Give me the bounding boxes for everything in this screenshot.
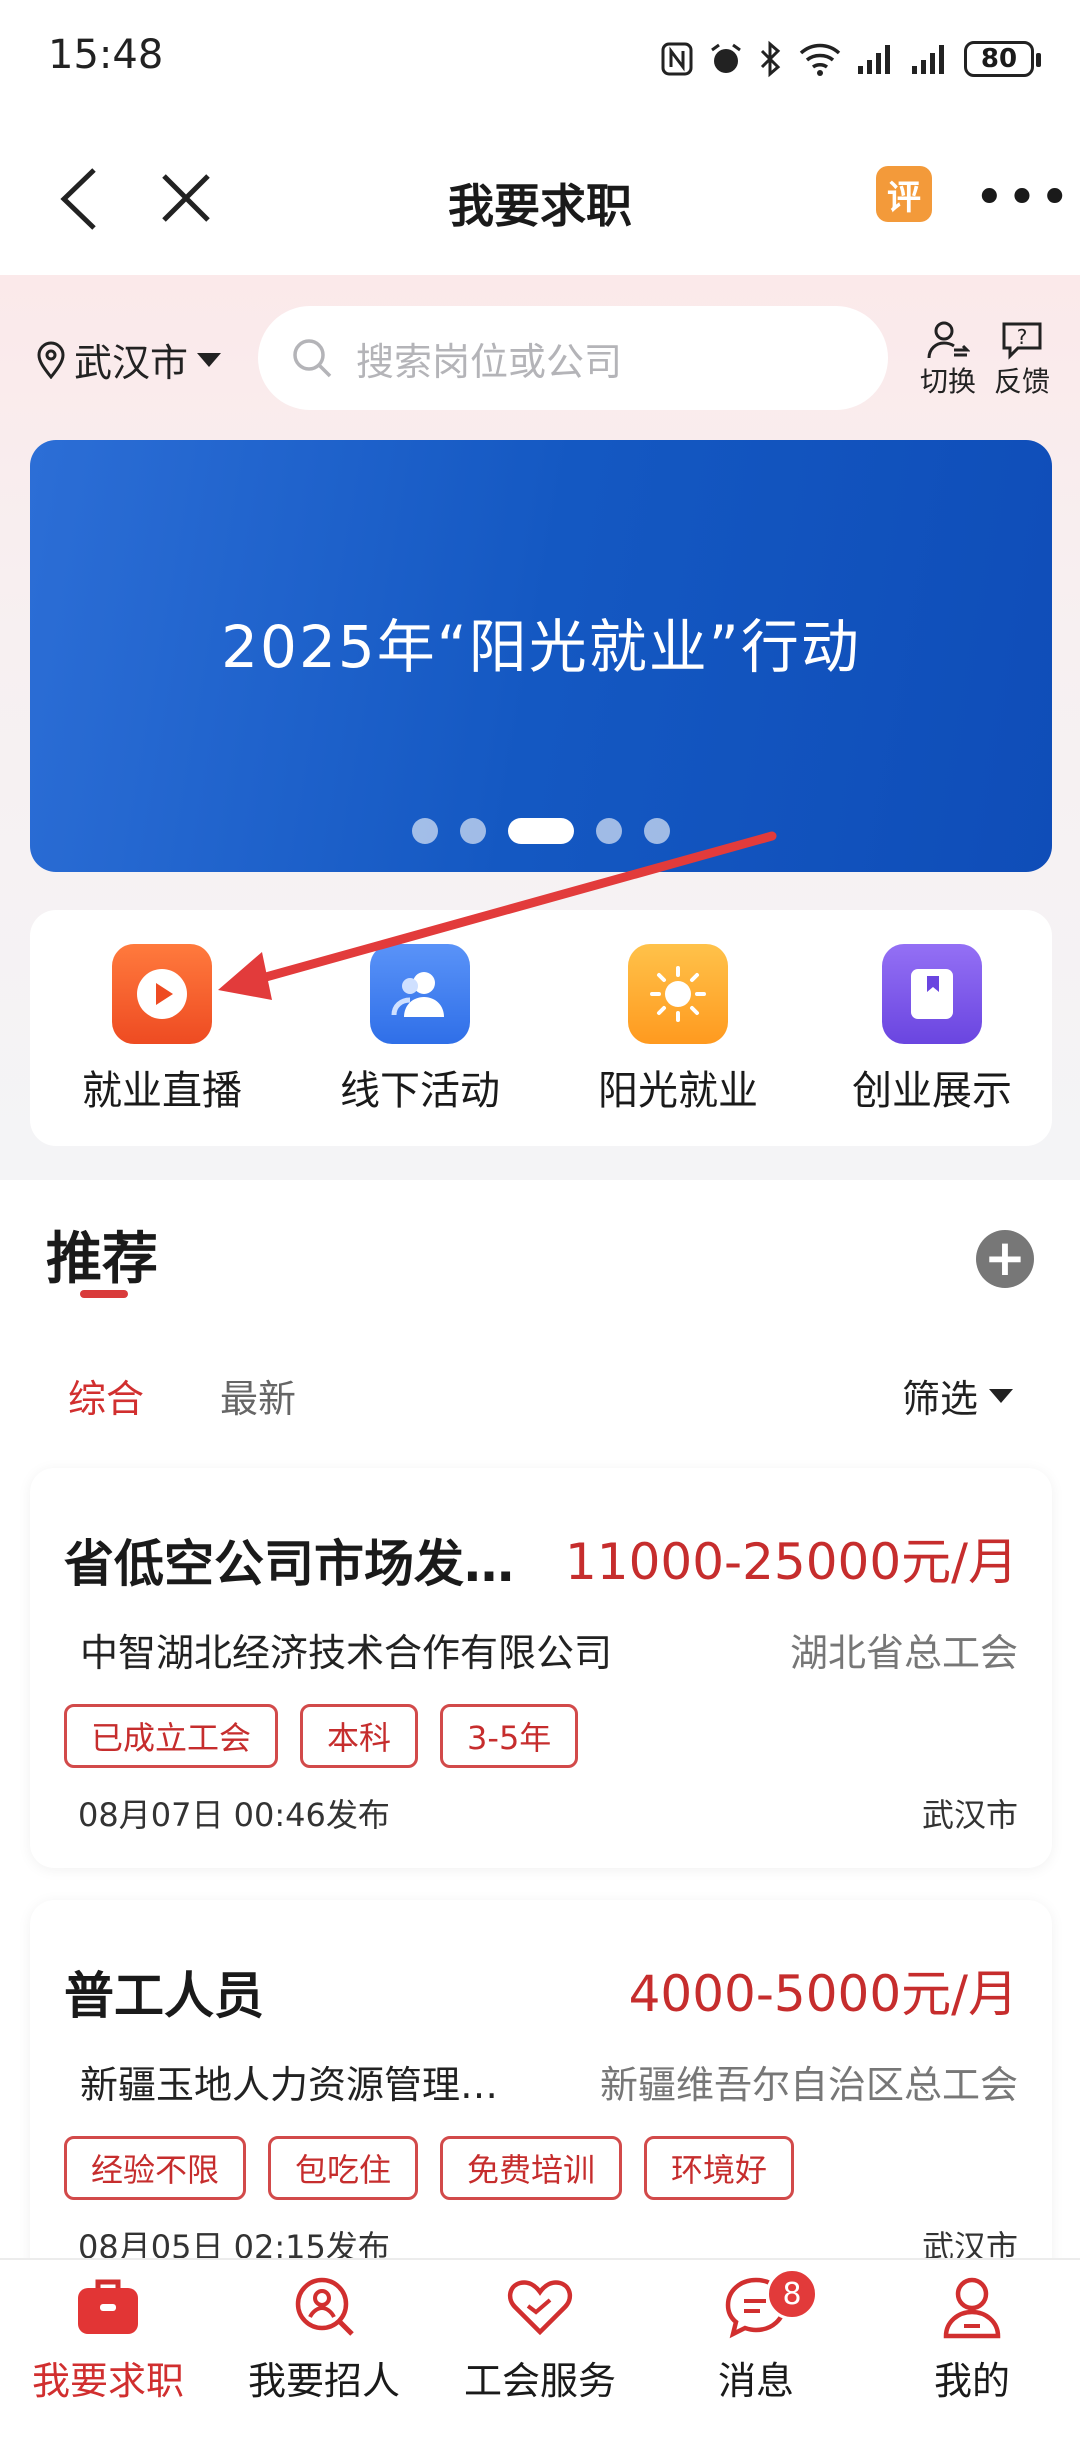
chevron-down-icon — [989, 1388, 1014, 1403]
status-bar: 15:48 80 — [0, 0, 1080, 120]
carousel-dot[interactable] — [412, 818, 438, 844]
quick-entry-live[interactable]: 就业直播 — [42, 944, 282, 1116]
banner-carousel[interactable]: 2025年“阳光就业”行动 — [30, 440, 1052, 872]
feedback-label: 反馈 — [994, 365, 1051, 398]
message-badge: 8 — [766, 2268, 818, 2320]
quick-entry-startup[interactable]: 创业展示 — [812, 944, 1052, 1116]
recommend-underline — [80, 1290, 128, 1298]
job-salary: 4000-5000元/月 — [628, 1965, 1018, 2023]
city-selector[interactable]: 武汉市 — [36, 332, 222, 387]
alarm-icon — [711, 43, 741, 73]
briefcase-icon — [78, 2279, 138, 2334]
signal-icon-1 — [858, 45, 890, 74]
location-pin-icon — [37, 341, 65, 379]
recommend-title: 推荐 — [46, 1227, 158, 1292]
people-icon — [370, 944, 470, 1044]
job-union: 新疆维吾尔自治区总工会 — [599, 2063, 1018, 2107]
switch-button[interactable]: 切换 — [920, 320, 976, 400]
bottom-nav-jobs[interactable]: 我要求职 — [0, 2274, 216, 2405]
svg-text:?: ? — [1017, 325, 1028, 349]
job-tag: 已成立工会 — [64, 1704, 279, 1768]
job-tag: 包吃住 — [268, 2136, 419, 2200]
job-card[interactable]: 省低空公司市场发… 11000-25000元/月 中智湖北经济技术合作有限公司 … — [30, 1468, 1052, 1868]
switch-user-icon — [927, 321, 970, 359]
job-card[interactable]: 普工人员 4000-5000元/月 新疆玉地人力资源管理… 新疆维吾尔自治区总工… — [30, 1900, 1052, 2300]
quick-entry-sunshine[interactable]: 阳光就业 — [558, 944, 798, 1116]
carousel-dot[interactable] — [596, 818, 622, 844]
job-title: 普工人员 — [64, 1967, 264, 2025]
job-tag: 本科 — [300, 1704, 419, 1768]
job-union: 湖北省总工会 — [789, 1631, 1018, 1675]
signal-icon-2 — [912, 45, 944, 74]
job-title: 省低空公司市场发… — [64, 1535, 514, 1593]
bottom-nav-union[interactable]: 工会服务 — [432, 2274, 648, 2405]
bluetooth-icon — [760, 40, 781, 78]
wifi-icon — [799, 43, 841, 76]
bottom-nav-label: 工会服务 — [463, 2359, 616, 2403]
play-icon — [112, 944, 212, 1044]
search-input[interactable]: 搜索岗位或公司 — [258, 306, 888, 410]
status-icons: 80 — [660, 36, 1041, 82]
book-icon — [882, 944, 982, 1044]
carousel-dot-active[interactable] — [508, 818, 574, 844]
feedback-button[interactable]: ? 反馈 — [994, 320, 1050, 400]
job-tag: 免费培训 — [440, 2136, 623, 2200]
quick-entry-label: 创业展示 — [852, 1068, 1012, 1114]
tab-comprehensive[interactable]: 综合 — [68, 1368, 144, 1423]
battery-indicator: 80 — [964, 41, 1041, 77]
bottom-nav-label: 消息 — [717, 2359, 794, 2403]
tab-latest[interactable]: 最新 — [220, 1368, 296, 1423]
job-date: 08月07日 00:46发布 — [78, 1796, 390, 1834]
bottom-nav-label: 我的 — [933, 2359, 1010, 2403]
rating-icon[interactable]: 评 — [876, 166, 932, 222]
bottom-nav-messages[interactable]: 8 消息 — [648, 2268, 864, 2405]
feedback-icon: ? — [1002, 322, 1042, 360]
job-salary: 11000-25000元/月 — [564, 1533, 1018, 1591]
job-tag: 环境好 — [644, 2136, 795, 2200]
nav-bar: 我要求职 评 ••• — [0, 120, 1080, 275]
search-placeholder: 搜索岗位或公司 — [356, 339, 623, 384]
job-tag: 经验不限 — [64, 2136, 247, 2200]
job-tags: 经验不限 包吃住 免费培训 环境好 — [64, 2136, 795, 2200]
quick-entry-label: 线下活动 — [340, 1068, 500, 1114]
bottom-nav-recruit[interactable]: 我要招人 — [216, 2274, 432, 2405]
sun-icon — [628, 944, 728, 1044]
bottom-nav-label: 我要求职 — [31, 2359, 184, 2403]
switch-label: 切换 — [920, 365, 977, 398]
job-tags: 已成立工会 本科 3-5年 — [64, 1704, 579, 1768]
filter-label: 筛选 — [902, 1377, 979, 1421]
search-icon — [293, 339, 332, 378]
user-icon — [943, 2277, 1001, 2339]
add-icon[interactable]: + — [976, 1230, 1034, 1288]
job-city: 武汉市 — [921, 1796, 1018, 1834]
job-company: 中智湖北经济技术合作有限公司 — [80, 1631, 613, 1675]
banner-text: 2025年“阳光就业”行动 — [221, 613, 861, 681]
more-icon[interactable]: ••• — [974, 168, 1072, 228]
heart-icon — [507, 2280, 573, 2336]
chevron-down-icon — [197, 352, 222, 367]
quick-entry-card: 就业直播 线下活动 阳光就业 创业展示 — [30, 910, 1052, 1146]
job-tag: 3-5年 — [440, 1704, 579, 1768]
quick-entry-offline[interactable]: 线下活动 — [300, 944, 540, 1116]
job-company: 新疆玉地人力资源管理… — [80, 2063, 499, 2107]
carousel-dot[interactable] — [460, 818, 486, 844]
bottom-nav-profile[interactable]: 我的 — [864, 2274, 1080, 2405]
city-label: 武汉市 — [74, 341, 189, 385]
bottom-nav-label: 我要招人 — [247, 2359, 400, 2403]
carousel-indicator — [30, 818, 1052, 844]
status-time: 15:48 — [48, 32, 164, 78]
nfc-icon — [661, 42, 693, 76]
quick-entry-label: 就业直播 — [82, 1068, 242, 1114]
carousel-dot[interactable] — [644, 818, 670, 844]
filter-button[interactable]: 筛选 — [902, 1368, 1014, 1423]
search-person-icon — [295, 2277, 354, 2336]
quick-entry-label: 阳光就业 — [598, 1068, 758, 1114]
bottom-nav: 我要求职 我要招人 工会服务 8 消息 我的 — [0, 2258, 1080, 2442]
